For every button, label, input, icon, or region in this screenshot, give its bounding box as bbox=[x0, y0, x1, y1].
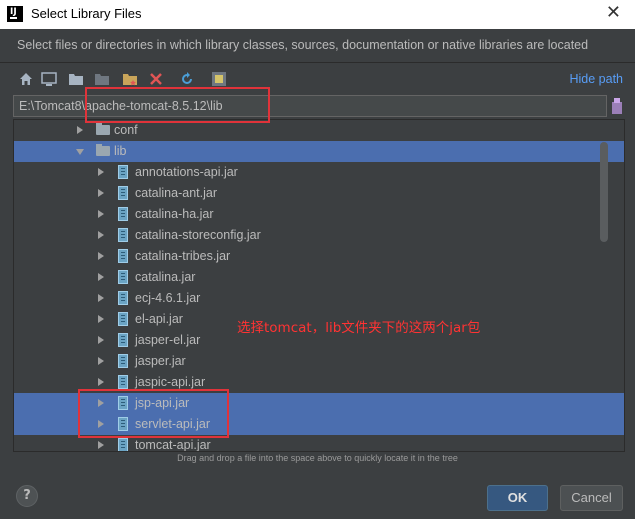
jar-icon bbox=[118, 186, 128, 200]
tree-item-label: catalina-tribes.jar bbox=[135, 249, 231, 263]
jar-icon bbox=[118, 333, 128, 347]
ok-button[interactable]: OK bbox=[487, 485, 548, 511]
cancel-button[interactable]: Cancel bbox=[560, 485, 623, 511]
tree-item-jar[interactable]: catalina.jar bbox=[14, 267, 624, 288]
chevron-right-icon[interactable] bbox=[98, 336, 104, 344]
jar-icon bbox=[118, 270, 128, 284]
folder-icon bbox=[96, 144, 110, 156]
jar-icon bbox=[118, 312, 128, 326]
tree-item-label: catalina.jar bbox=[135, 270, 196, 284]
divider bbox=[0, 62, 635, 63]
chevron-right-icon[interactable] bbox=[98, 210, 104, 218]
tree-item-label: jaspic-api.jar bbox=[135, 375, 206, 389]
tree-item-label: jasper.jar bbox=[135, 354, 186, 368]
tree-item-label: conf bbox=[114, 123, 138, 137]
jar-icon bbox=[118, 228, 128, 242]
chevron-right-icon[interactable] bbox=[98, 441, 104, 449]
dialog-description: Select files or directories in which lib… bbox=[17, 38, 589, 52]
new-folder-icon[interactable] bbox=[122, 71, 138, 87]
annotation-highlight-jars bbox=[78, 389, 229, 438]
annotation-highlight-path bbox=[85, 87, 270, 123]
annotation-text: 选择tomcat，lib文件夹下的这两个jar包 bbox=[237, 320, 481, 336]
tree-item-label: tomcat-api.jar bbox=[135, 438, 211, 452]
module-icon[interactable] bbox=[94, 71, 110, 87]
title-bar: IJ Select Library Files ✕ bbox=[0, 0, 635, 29]
tree-item-label: catalina-storeconfig.jar bbox=[135, 228, 261, 242]
tree-item-label: catalina-ha.jar bbox=[135, 207, 214, 221]
home-icon[interactable] bbox=[18, 71, 34, 87]
chevron-right-icon[interactable] bbox=[98, 273, 104, 281]
folder-icon bbox=[96, 123, 110, 135]
tree-item-label: ecj-4.6.1.jar bbox=[135, 291, 201, 305]
help-button[interactable]: ? bbox=[16, 485, 38, 507]
jar-icon bbox=[118, 207, 128, 221]
jar-icon bbox=[118, 291, 128, 305]
tree-item-jar[interactable]: jasper.jar bbox=[14, 351, 624, 372]
tree-item-lib[interactable]: lib bbox=[14, 141, 624, 162]
chevron-right-icon[interactable] bbox=[98, 315, 104, 323]
chevron-right-icon[interactable] bbox=[98, 168, 104, 176]
jar-icon bbox=[118, 438, 128, 451]
jar-icon bbox=[118, 354, 128, 368]
history-icon[interactable] bbox=[609, 96, 625, 116]
tree-item-jar[interactable]: catalina-tribes.jar bbox=[14, 246, 624, 267]
delete-icon[interactable] bbox=[148, 71, 164, 87]
tree-item-label: annotations-api.jar bbox=[135, 165, 238, 179]
chevron-right-icon[interactable] bbox=[98, 357, 104, 365]
tree-item-jar[interactable]: ecj-4.6.1.jar bbox=[14, 288, 624, 309]
close-icon[interactable]: ✕ bbox=[606, 2, 621, 23]
project-icon[interactable] bbox=[68, 71, 84, 87]
show-hidden-icon[interactable] bbox=[211, 71, 227, 87]
tree-item-label: jasper-el.jar bbox=[135, 333, 201, 347]
chevron-right-icon[interactable] bbox=[77, 126, 83, 134]
tree-item-jar[interactable]: catalina-ant.jar bbox=[14, 183, 624, 204]
tree-scrollbar[interactable] bbox=[600, 142, 608, 242]
chevron-right-icon[interactable] bbox=[98, 189, 104, 197]
chevron-right-icon[interactable] bbox=[98, 378, 104, 386]
tree-item-label: catalina-ant.jar bbox=[135, 186, 217, 200]
tree-item-jar[interactable]: catalina-storeconfig.jar bbox=[14, 225, 624, 246]
drag-drop-hint: Drag and drop a file into the space abov… bbox=[177, 453, 458, 463]
tree-item-jar[interactable]: annotations-api.jar bbox=[14, 162, 624, 183]
window-title: Select Library Files bbox=[31, 6, 142, 21]
intellij-app-icon: IJ bbox=[7, 6, 23, 22]
tree-item-label: el-api.jar bbox=[135, 312, 183, 326]
tree-item-label: lib bbox=[114, 144, 127, 158]
chevron-right-icon[interactable] bbox=[98, 294, 104, 302]
desktop-icon[interactable] bbox=[41, 71, 57, 87]
jar-icon bbox=[118, 249, 128, 263]
jar-icon bbox=[118, 375, 128, 389]
tree-item-jar[interactable]: catalina-ha.jar bbox=[14, 204, 624, 225]
chevron-right-icon[interactable] bbox=[98, 231, 104, 239]
refresh-icon[interactable] bbox=[179, 71, 195, 87]
tree-item-conf[interactable]: conf bbox=[14, 120, 624, 141]
chevron-right-icon[interactable] bbox=[98, 252, 104, 260]
hide-path-link[interactable]: Hide path bbox=[569, 72, 623, 86]
jar-icon bbox=[118, 165, 128, 179]
chevron-down-icon[interactable] bbox=[76, 149, 84, 155]
